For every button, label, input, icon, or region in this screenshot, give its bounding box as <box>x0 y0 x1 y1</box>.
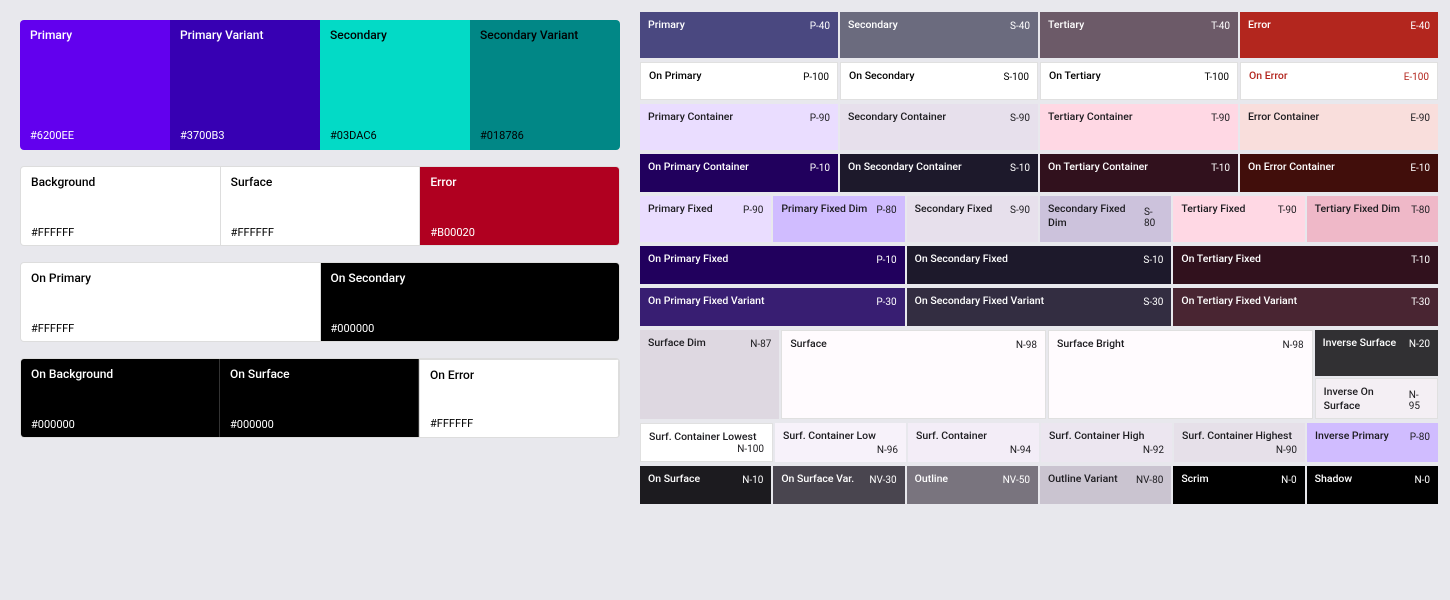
swatch-background: Background #FFFFFF <box>21 167 221 246</box>
cell-on-primary: On Primary P-100 <box>640 62 838 100</box>
cell-tertiary: Tertiary T-40 <box>1040 12 1238 58</box>
grid-row-2: On Primary P-100 On Secondary S-100 On T… <box>640 62 1438 100</box>
cell-on-surface-var: On Surface Var. NV-30 <box>773 466 904 504</box>
swatch-row-2: Background #FFFFFF Surface #FFFFFF Error… <box>20 166 620 246</box>
cell-secondary: Secondary S-40 <box>840 12 1038 58</box>
swatch-primary-variant: Primary Variant #3700B3 <box>170 20 320 150</box>
cell-error-container: Error Container E-90 <box>1240 104 1438 150</box>
cell-surface: Surface N-98 <box>781 330 1046 419</box>
cell-on-surface: On Surface N-10 <box>640 466 771 504</box>
cell-tertiary-fixed: Tertiary Fixed T-90 <box>1173 196 1304 242</box>
grid-row-8: Surface Dim N-87 Surface N-98 Surface Br… <box>640 330 1438 419</box>
grid-row-1: Primary P-40 Secondary S-40 Tertiary T-4… <box>640 12 1438 58</box>
cell-on-tertiary: On Tertiary T-100 <box>1040 62 1238 100</box>
cell-on-primary-fixed-variant: On Primary Fixed Variant P-30 <box>640 288 905 326</box>
cell-on-secondary-fixed: On Secondary Fixed S-10 <box>907 246 1172 284</box>
swatch-on-surface: On Surface #000000 <box>220 359 419 438</box>
cell-on-primary-container: On Primary Container P-10 <box>640 154 838 192</box>
cell-surf-container-high: Surf. Container High N-92 <box>1041 423 1172 462</box>
swatch-row-4: On Background #000000 On Surface #000000… <box>20 358 620 438</box>
cell-inverse-on-surface: Inverse On Surface N-95 <box>1315 378 1438 419</box>
cell-secondary-container: Secondary Container S-90 <box>840 104 1038 150</box>
cell-outline: Outline NV-50 <box>907 466 1038 504</box>
grid-row-5: Primary Fixed P-90 Primary Fixed Dim P-8… <box>640 196 1438 242</box>
cell-on-tertiary-container: On Tertiary Container T-10 <box>1040 154 1238 192</box>
cell-on-secondary-container: On Secondary Container S-10 <box>840 154 1038 192</box>
swatch-on-secondary: On Secondary #000000 <box>321 263 620 342</box>
cell-error: Error E-40 <box>1240 12 1438 58</box>
cell-surface-dim: Surface Dim N-87 <box>640 330 779 419</box>
cell-surf-container: Surf. Container N-94 <box>908 423 1039 462</box>
cell-surface-bright: Surface Bright N-98 <box>1048 330 1313 419</box>
cell-primary: Primary P-40 <box>640 12 838 58</box>
grid-row-7: On Primary Fixed Variant P-30 On Seconda… <box>640 288 1438 326</box>
cell-tertiary-container: Tertiary Container T-90 <box>1040 104 1238 150</box>
cell-secondary-fixed: Secondary Fixed S-90 <box>907 196 1038 242</box>
cell-surf-container-highest: Surf. Container Highest N-90 <box>1174 423 1305 462</box>
swatch-on-primary: On Primary #FFFFFF <box>21 263 321 342</box>
cell-primary-container: Primary Container P-90 <box>640 104 838 150</box>
grid-row-10: On Surface N-10 On Surface Var. NV-30 Ou… <box>640 466 1438 504</box>
grid-row-3: Primary Container P-90 Secondary Contain… <box>640 104 1438 150</box>
cell-shadow: Shadow N-0 <box>1307 466 1438 504</box>
cell-on-tertiary-fixed-variant: On Tertiary Fixed Variant T-30 <box>1173 288 1438 326</box>
cell-primary-fixed-dim: Primary Fixed Dim P-80 <box>773 196 904 242</box>
cell-surf-container-low: Surf. Container Low N-96 <box>775 423 906 462</box>
swatch-secondary-variant: Secondary Variant #018786 <box>470 20 620 150</box>
cell-on-tertiary-fixed: On Tertiary Fixed T-10 <box>1173 246 1438 284</box>
cell-outline-variant: Outline Variant NV-80 <box>1040 466 1171 504</box>
cell-scrim: Scrim N-0 <box>1173 466 1304 504</box>
grid-row-6: On Primary Fixed P-10 On Secondary Fixed… <box>640 246 1438 284</box>
cell-on-secondary: On Secondary S-100 <box>840 62 1038 100</box>
cell-on-primary-fixed: On Primary Fixed P-10 <box>640 246 905 284</box>
cell-secondary-fixed-dim: Secondary Fixed Dim S-80 <box>1040 196 1171 242</box>
cell-primary-fixed: Primary Fixed P-90 <box>640 196 771 242</box>
cell-on-secondary-fixed-variant: On Secondary Fixed Variant S-30 <box>907 288 1172 326</box>
grid-row-9: Surf. Container Lowest N-100 Surf. Conta… <box>640 423 1438 462</box>
cell-tertiary-fixed-dim: Tertiary Fixed Dim T-80 <box>1307 196 1438 242</box>
swatch-primary: Primary #6200EE <box>20 20 170 150</box>
cell-on-error: On Error E-100 <box>1240 62 1438 100</box>
swatch-row-3: On Primary #FFFFFF On Secondary #000000 <box>20 262 620 342</box>
left-panel: Primary #6200EE Primary Variant #3700B3 … <box>0 0 640 600</box>
swatch-on-error: On Error #FFFFFF <box>419 359 619 438</box>
swatch-secondary: Secondary #03DAC6 <box>320 20 470 150</box>
cell-inverse-primary: Inverse Primary P-80 <box>1307 423 1438 462</box>
cell-inverse-surface: Inverse Surface N-20 <box>1315 330 1438 376</box>
swatch-on-background: On Background #000000 <box>21 359 220 438</box>
cell-surf-container-lowest: Surf. Container Lowest N-100 <box>640 423 773 462</box>
grid-row-4: On Primary Container P-10 On Secondary C… <box>640 154 1438 192</box>
cell-on-error-container: On Error Container E-10 <box>1240 154 1438 192</box>
swatch-error: Error #B00020 <box>420 167 619 246</box>
swatch-row-1: Primary #6200EE Primary Variant #3700B3 … <box>20 20 620 150</box>
right-panel: Primary P-40 Secondary S-40 Tertiary T-4… <box>640 0 1450 600</box>
swatch-surface: Surface #FFFFFF <box>221 167 421 246</box>
